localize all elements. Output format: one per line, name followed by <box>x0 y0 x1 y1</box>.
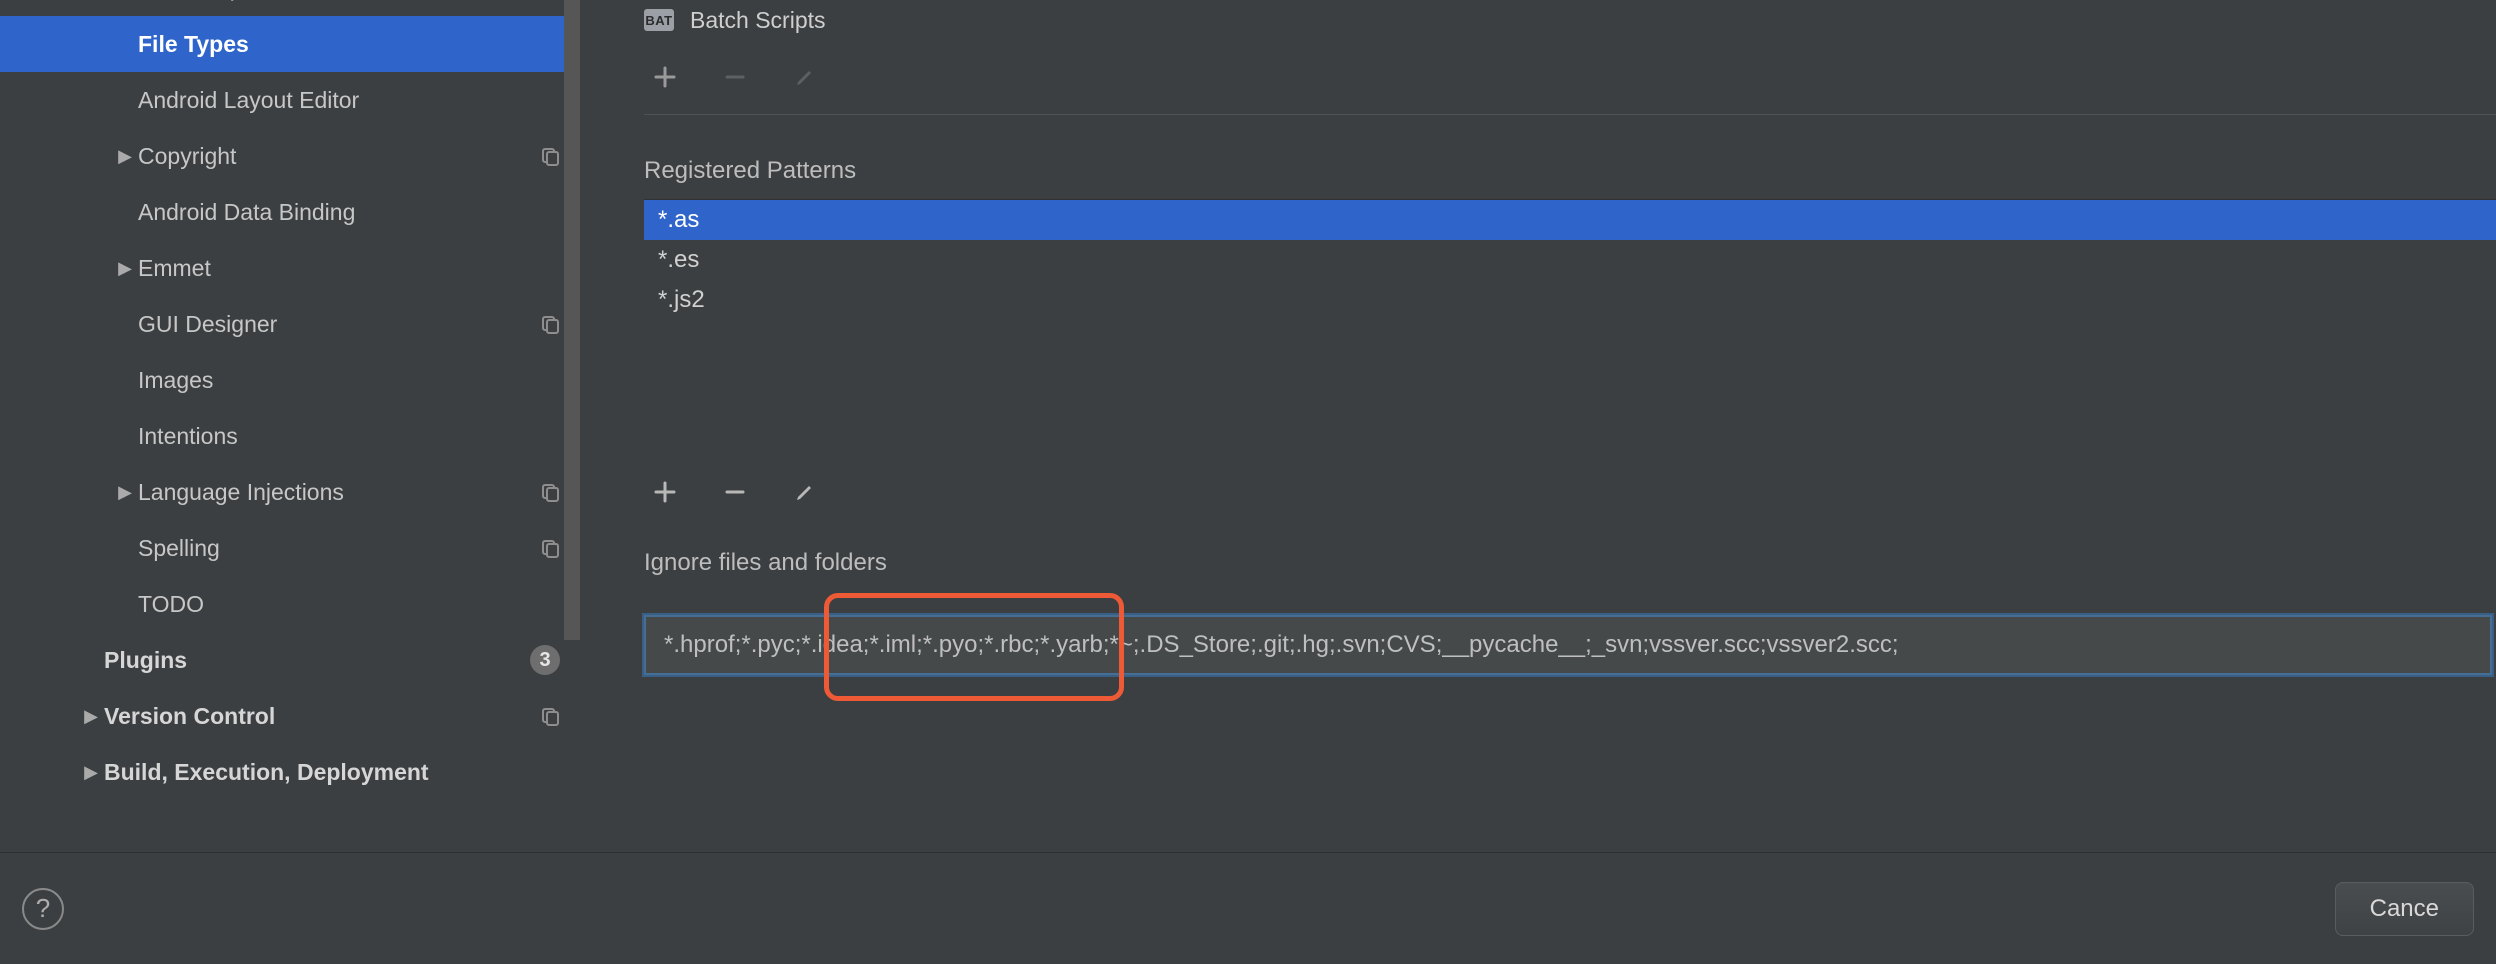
sidebar-item-label: Images <box>138 367 560 394</box>
remove-pattern-button[interactable] <box>720 477 750 507</box>
sidebar-item-spelling[interactable]: Spelling <box>0 520 580 576</box>
sidebar-item-label: Emmet <box>138 255 560 282</box>
sidebar-item-label: Spelling <box>138 535 528 562</box>
sidebar-item-file-types[interactable]: File Types <box>0 16 580 72</box>
sidebar-item-build-execution-deployment[interactable]: ▶Build, Execution, Deployment <box>0 744 580 800</box>
expand-icon[interactable]: ▶ <box>112 146 138 167</box>
dialog-footer: ? Cance <box>0 852 2496 964</box>
cancel-button[interactable]: Cance <box>2335 882 2474 936</box>
project-level-icon <box>540 314 560 334</box>
project-level-icon <box>540 706 560 726</box>
expand-icon[interactable]: ▶ <box>112 258 138 279</box>
project-level-icon <box>540 482 560 502</box>
edit-filetype-button[interactable] <box>790 62 820 92</box>
sidebar-item-language-injections[interactable]: ▶Language Injections <box>0 464 580 520</box>
expand-icon[interactable]: ▶ <box>78 706 104 727</box>
pattern-list[interactable]: *.as*.es*.js2 <box>644 199 2496 459</box>
expand-icon[interactable]: ▶ <box>112 482 138 503</box>
pattern-item[interactable]: *.es <box>644 240 2496 280</box>
sidebar-item-label: Copyright <box>138 143 528 170</box>
sidebar-scrollbar[interactable] <box>564 0 580 640</box>
sidebar-item-label: Language Injections <box>138 479 528 506</box>
registered-patterns-label: Registered Patterns <box>644 157 2496 185</box>
sidebar-item-copyright[interactable]: ▶Copyright <box>0 128 580 184</box>
sidebar-item-label: Android Data Binding <box>138 199 560 226</box>
sidebar-item-label: Intentions <box>138 423 560 450</box>
sidebar-item-label: File Types <box>138 31 560 58</box>
expand-icon[interactable]: ▶ <box>78 762 104 783</box>
pattern-item[interactable]: *.as <box>644 200 2496 240</box>
filetype-label: Batch Scripts <box>690 7 826 34</box>
project-level-icon <box>540 146 560 166</box>
update-count-badge: 3 <box>530 645 560 675</box>
sidebar-item-label: Plugins <box>104 647 530 674</box>
sidebar-item-version-control[interactable]: ▶Version Control <box>0 688 580 744</box>
edit-pattern-button[interactable] <box>790 477 820 507</box>
help-button[interactable]: ? <box>22 888 64 930</box>
settings-main-panel: BAT Batch Scripts Registered Patterns *.… <box>616 0 2496 852</box>
sidebar-item-label: Live Templates <box>138 0 560 2</box>
add-filetype-button[interactable] <box>650 62 680 92</box>
ignore-files-input[interactable] <box>644 615 2492 675</box>
sidebar-item-android-data-binding[interactable]: Android Data Binding <box>0 184 580 240</box>
sidebar-item-label: Android Layout Editor <box>138 87 560 114</box>
sidebar-item-emmet[interactable]: ▶Emmet <box>0 240 580 296</box>
bat-file-icon: BAT <box>644 9 674 31</box>
patterns-toolbar <box>644 459 2496 525</box>
sidebar-item-live-templates[interactable]: Live Templates <box>0 0 580 16</box>
sidebar-item-images[interactable]: Images <box>0 352 580 408</box>
sidebar-item-label: Build, Execution, Deployment <box>104 759 560 786</box>
vertical-splitter[interactable] <box>580 0 616 852</box>
sidebar-item-plugins[interactable]: Plugins3 <box>0 632 580 688</box>
sidebar-item-intentions[interactable]: Intentions <box>0 408 580 464</box>
filetypes-toolbar <box>644 40 2496 110</box>
pattern-item[interactable]: *.js2 <box>644 280 2496 320</box>
sidebar-item-label: TODO <box>138 591 560 618</box>
sidebar-item-label: Version Control <box>104 703 528 730</box>
sidebar-item-android-layout-editor[interactable]: Android Layout Editor <box>0 72 580 128</box>
ignore-files-label: Ignore files and folders <box>644 549 2496 577</box>
sidebar-item-label: GUI Designer <box>138 311 528 338</box>
remove-filetype-button[interactable] <box>720 62 750 92</box>
project-level-icon <box>540 538 560 558</box>
settings-sidebar: Live Templates File Types Android Layout E… <box>0 0 580 852</box>
sidebar-item-todo[interactable]: TODO <box>0 576 580 632</box>
add-pattern-button[interactable] <box>650 477 680 507</box>
sidebar-item-gui-designer[interactable]: GUI Designer <box>0 296 580 352</box>
filetype-row[interactable]: BAT Batch Scripts <box>644 0 2496 40</box>
